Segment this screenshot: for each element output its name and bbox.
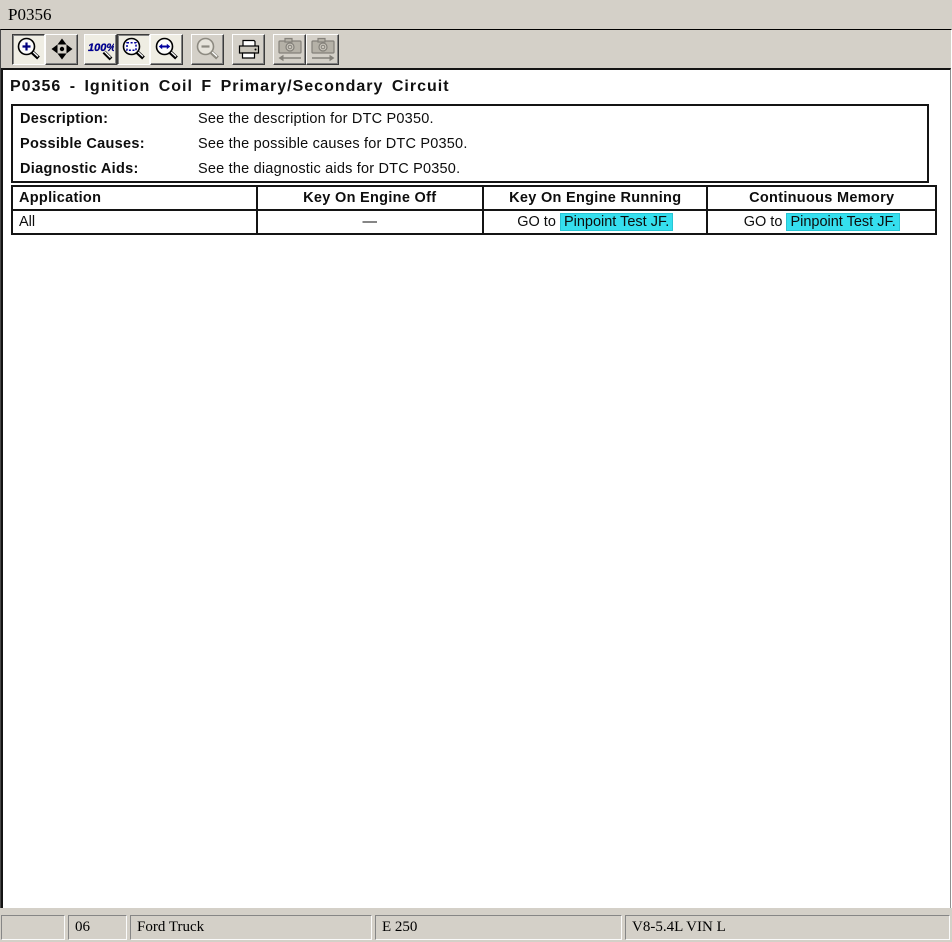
- window-title: P0356: [0, 0, 952, 29]
- status-panel-make: Ford Truck: [130, 915, 372, 940]
- info-row-diagnostic-aids: Diagnostic Aids: See the diagnostic aids…: [13, 156, 927, 181]
- column-header-key-on-engine-off: Key On Engine Off: [257, 186, 483, 210]
- camera-right-arrow-icon: [309, 35, 337, 63]
- zoom-in-icon: [16, 36, 42, 62]
- column-header-continuous-memory: Continuous Memory: [707, 186, 936, 210]
- info-row-description: Description: See the description for DTC…: [13, 106, 927, 131]
- fit-page-button[interactable]: [117, 34, 150, 65]
- zoom-out-button: [191, 34, 224, 65]
- table-header-row: Application Key On Engine Off Key On Eng…: [12, 186, 936, 210]
- pinpoint-test-jf-link[interactable]: Pinpoint Test JF.: [786, 213, 899, 231]
- document-heading: P0356 - Ignition Coil F Primary/Secondar…: [10, 78, 950, 96]
- print-button[interactable]: [232, 34, 265, 65]
- cell-application: All: [12, 210, 257, 234]
- info-value: See the diagnostic aids for DTC P0350.: [198, 161, 460, 177]
- dtc-application-table: Application Key On Engine Off Key On Eng…: [11, 185, 937, 235]
- toolbar: 100%: [1, 30, 951, 68]
- column-header-key-on-engine-running: Key On Engine Running: [483, 186, 707, 210]
- camera-left-arrow-icon: [276, 35, 304, 63]
- info-label: Diagnostic Aids:: [13, 161, 198, 177]
- info-label: Possible Causes:: [13, 136, 198, 152]
- table-row: All — GO to Pinpoint Test JF. GO to Pinp…: [12, 210, 936, 234]
- svg-text:100%: 100%: [88, 42, 114, 54]
- status-bar: 06 Ford Truck E 250 V8-5.4L VIN L: [0, 912, 952, 942]
- previous-image-button: [273, 34, 306, 65]
- pan-button[interactable]: [45, 34, 78, 65]
- info-value: See the possible causes for DTC P0350.: [198, 136, 468, 152]
- zoom-out-icon: [195, 36, 221, 62]
- cell-continuous-memory: GO to Pinpoint Test JF.: [707, 210, 936, 234]
- dtc-info-table: Description: See the description for DTC…: [11, 104, 929, 183]
- status-panel-engine: V8-5.4L VIN L: [625, 915, 950, 940]
- fit-width-button[interactable]: [150, 34, 183, 65]
- fit-width-icon: [154, 36, 180, 62]
- document-viewport[interactable]: P0356 - Ignition Coil F Primary/Secondar…: [1, 68, 951, 908]
- fit-page-icon: [121, 36, 147, 62]
- go-to-text: GO to: [517, 214, 560, 230]
- cell-key-on-engine-running: GO to Pinpoint Test JF.: [483, 210, 707, 234]
- zoom-in-button[interactable]: [12, 34, 45, 65]
- status-panel-year: 06: [68, 915, 127, 940]
- next-image-button: [306, 34, 339, 65]
- status-panel-model: E 250: [375, 915, 622, 940]
- print-icon: [236, 36, 262, 62]
- zoom-100-icon: 100%: [88, 36, 114, 62]
- go-to-text: GO to: [744, 214, 787, 230]
- status-panel-empty: [1, 915, 65, 940]
- info-value: See the description for DTC P0350.: [198, 111, 434, 127]
- zoom-100-button[interactable]: 100%: [84, 34, 117, 65]
- viewer-panel: 100%: [0, 29, 952, 908]
- cell-key-on-engine-off: —: [257, 210, 483, 234]
- info-label: Description:: [13, 111, 198, 127]
- info-row-possible-causes: Possible Causes: See the possible causes…: [13, 131, 927, 156]
- column-header-application: Application: [12, 186, 257, 210]
- pan-icon: [49, 36, 75, 62]
- pinpoint-test-jf-link[interactable]: Pinpoint Test JF.: [560, 213, 673, 231]
